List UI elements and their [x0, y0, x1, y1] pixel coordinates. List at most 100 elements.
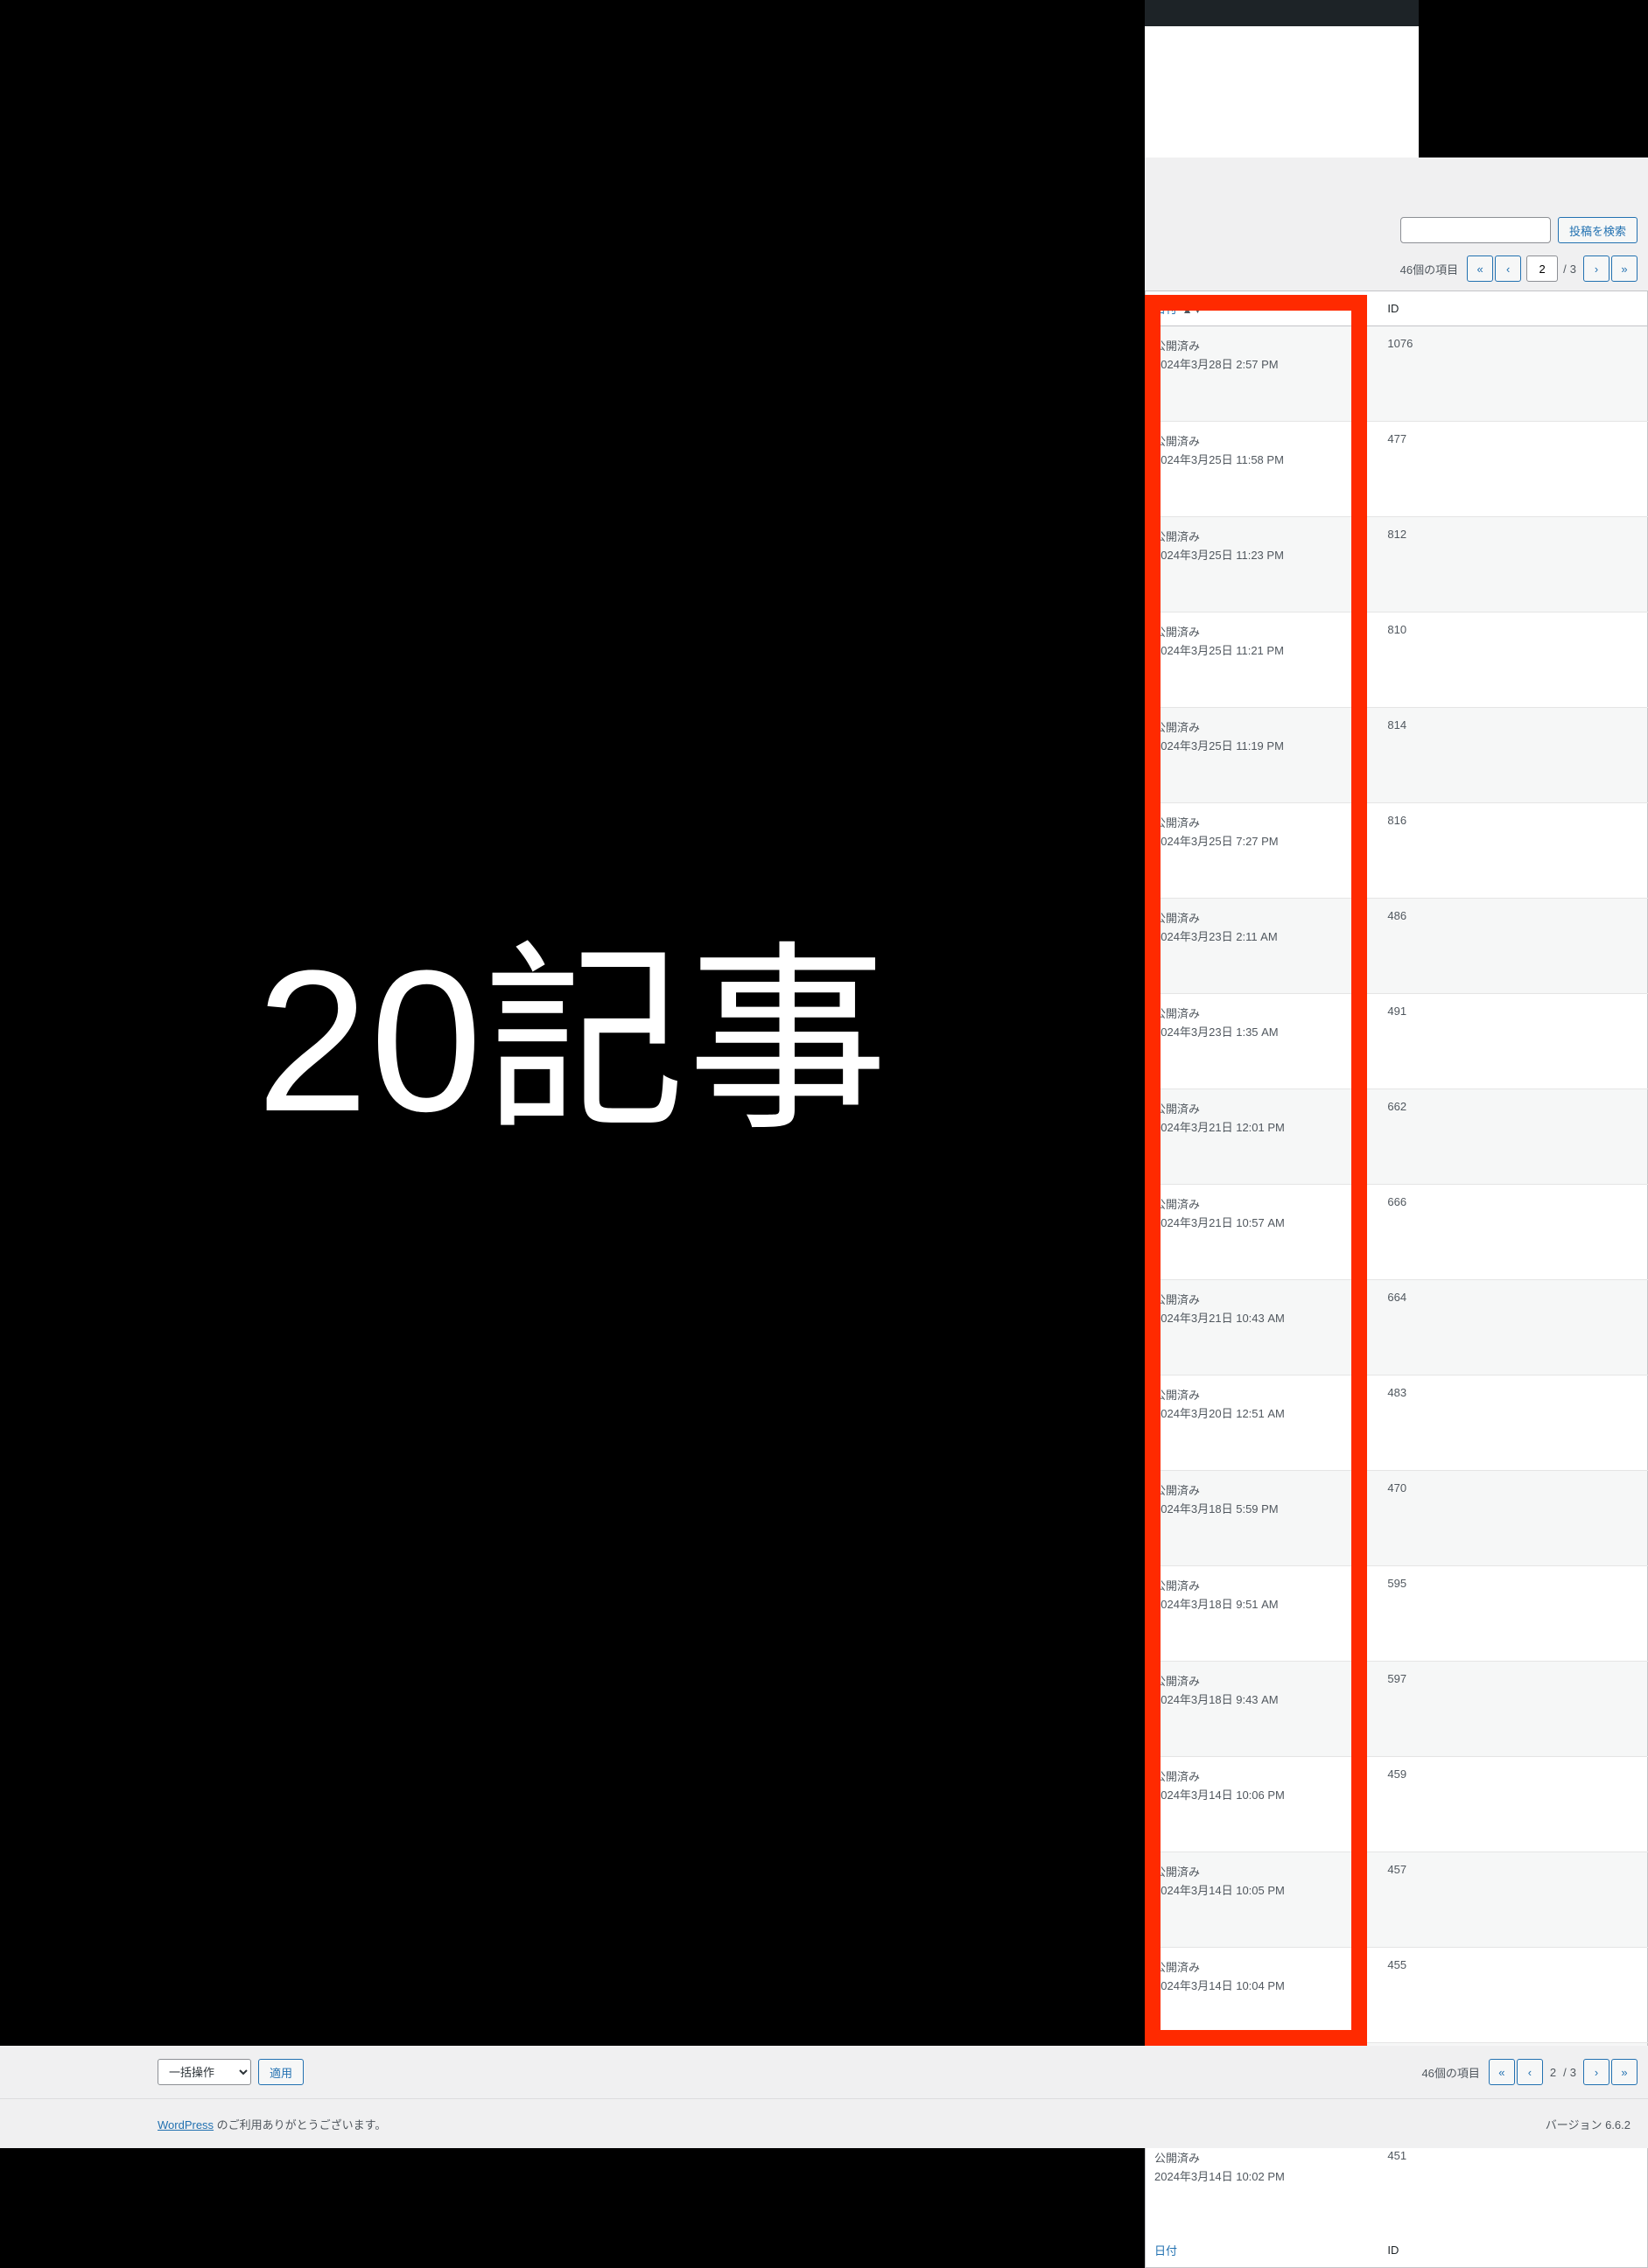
col-footer-id[interactable]: ID	[1378, 2233, 1647, 2268]
pager-total-pages-bottom: 3	[1570, 2066, 1576, 2079]
row-datetime: 2024年3月21日 10:57 AM	[1154, 1214, 1370, 1230]
table-row: 公開済み2024年3月14日 10:05 PM457	[1146, 1852, 1648, 1948]
row-datetime: 2024年3月28日 2:57 PM	[1154, 355, 1370, 372]
col-footer-date[interactable]: 日付	[1146, 2233, 1379, 2268]
cell-id: 595	[1378, 1566, 1647, 1662]
row-status: 公開済み	[1154, 1672, 1370, 1689]
row-datetime: 2024年3月18日 9:43 AM	[1154, 1690, 1370, 1707]
row-status: 公開済み	[1154, 1291, 1370, 1307]
pager-next-button[interactable]: ›	[1583, 256, 1609, 282]
table-row: 公開済み2024年3月18日 9:51 AM595	[1146, 1566, 1648, 1662]
search-button[interactable]: 投稿を検索	[1558, 217, 1637, 243]
cell-id: 483	[1378, 1376, 1647, 1471]
table-row: 公開済み2024年3月25日 11:21 PM810	[1146, 612, 1648, 708]
cell-date: 公開済み2024年3月23日 1:35 AM	[1146, 994, 1379, 1089]
row-datetime: 2024年3月23日 2:11 AM	[1154, 928, 1370, 944]
page-header-fragment	[1145, 26, 1419, 158]
row-status: 公開済み	[1154, 814, 1370, 830]
bulk-apply-button[interactable]: 適用	[258, 2059, 304, 2085]
table-row: 公開済み2024年3月28日 2:57 PM1076	[1146, 326, 1648, 422]
table-row: 公開済み2024年3月18日 9:43 AM 597	[1146, 1662, 1648, 1757]
cell-id: 810	[1378, 612, 1647, 708]
cell-date: 公開済み2024年3月20日 12:51 AM	[1146, 1376, 1379, 1471]
cell-date: 公開済み2024年3月25日 11:19 PM	[1146, 708, 1379, 803]
cell-date: 公開済み2024年3月25日 11:21 PM	[1146, 612, 1379, 708]
cell-id: 477	[1378, 422, 1647, 517]
row-status: 公開済み	[1154, 1863, 1370, 1880]
cell-date: 公開済み2024年3月18日 9:51 AM	[1146, 1566, 1379, 1662]
pager-first-button[interactable]: «	[1467, 256, 1493, 282]
row-datetime: 2024年3月25日 11:58 PM	[1154, 451, 1370, 467]
cell-id: 459	[1378, 1757, 1647, 1852]
cell-id: 470	[1378, 1471, 1647, 1566]
cell-id: 1076	[1378, 326, 1647, 422]
row-status: 公開済み	[1154, 909, 1370, 926]
row-datetime: 2024年3月20日 12:51 AM	[1154, 1404, 1370, 1421]
posts-list-panel: 投稿を検索 46個の項目 « ‹ / 3 › » 日付 ▲▼ ID 公開済み20…	[1145, 158, 1648, 2268]
table-row: 公開済み 2024年3月14日 10:06 PM 459	[1146, 1757, 1648, 1852]
wordpress-link[interactable]: WordPress	[158, 2118, 214, 2132]
row-status: 公開済み	[1154, 623, 1370, 640]
row-status: 公開済み	[1154, 1004, 1370, 1021]
pager-last-button-bottom[interactable]: »	[1611, 2059, 1637, 2085]
pager-separator: /	[1563, 262, 1567, 276]
search-input[interactable]	[1400, 217, 1551, 243]
cell-date: 公開済み 2024年3月23日 2:11 AM	[1146, 899, 1379, 994]
row-datetime: 2024年3月18日 5:59 PM	[1154, 1500, 1370, 1516]
cell-date: 公開済み2024年3月21日 10:43 AM	[1146, 1280, 1379, 1376]
bulk-action-select[interactable]: 一括操作	[158, 2059, 251, 2085]
row-datetime: 2024年3月25日 11:23 PM	[1154, 546, 1370, 563]
pager-separator-bottom: /	[1563, 2066, 1567, 2079]
table-row: 公開済み2024年3月21日 12:01 PM662	[1146, 1089, 1648, 1185]
pager-total-pages: 3	[1570, 262, 1576, 276]
pager-last-button[interactable]: »	[1611, 256, 1637, 282]
pager-current-bottom: 2	[1550, 2066, 1556, 2079]
sort-icon: ▲▼	[1182, 304, 1203, 316]
col-header-date[interactable]: 日付 ▲▼	[1146, 291, 1379, 326]
pager-next-button-bottom[interactable]: ›	[1583, 2059, 1609, 2085]
cell-id: 662	[1378, 1089, 1647, 1185]
row-datetime: 2024年3月14日 10:06 PM	[1154, 1786, 1370, 1802]
col-header-id[interactable]: ID	[1378, 291, 1647, 326]
items-count: 46個の項目	[1400, 261, 1458, 277]
row-status: 公開済み	[1154, 718, 1370, 735]
row-status: 公開済み	[1154, 1958, 1370, 1975]
table-row: 公開済み2024年3月25日 11:23 PM812	[1146, 517, 1648, 612]
table-row: 公開済み2024年3月25日 11:58 PM477	[1146, 422, 1648, 517]
row-status: 公開済み	[1154, 1386, 1370, 1403]
row-status: 公開済み	[1154, 1195, 1370, 1212]
pagination-top: 46個の項目 « ‹ / 3 › »	[1145, 252, 1648, 290]
cell-date: 公開済み2024年3月14日 10:02 PM	[1146, 2138, 1379, 2234]
annotation-overlay: 20記事	[0, 0, 1147, 2046]
pager-prev-button[interactable]: ‹	[1495, 256, 1521, 282]
table-row: 公開済み2024年3月14日 10:04 PM455	[1146, 1948, 1648, 2043]
table-row: 公開済み2024年3月18日 5:59 PM470	[1146, 1471, 1648, 1566]
table-row: 公開済み2024年3月23日 1:35 AM491	[1146, 994, 1648, 1089]
table-row: 公開済み 2024年3月21日 10:57 AM 666	[1146, 1185, 1648, 1280]
pagination-bottom: 46個の項目 « ‹ 2 / 3 › »	[1421, 2059, 1637, 2085]
admin-footer: WordPress のご利用ありがとうございます。 バージョン 6.6.2	[0, 2098, 1648, 2148]
cell-id: 597	[1378, 1662, 1647, 1757]
table-row: 公開済み2024年3月23日 2:11 AM486	[1146, 899, 1648, 994]
pager-current-input[interactable]	[1526, 256, 1558, 282]
table-row: 公開済み2024年3月14日 10:02 PM451	[1146, 2138, 1648, 2234]
cell-date: 公開済み 2024年3月14日 10:06 PM	[1146, 1757, 1379, 1852]
table-row: 公開済み2024年3月21日 10:43 AM664	[1146, 1280, 1648, 1376]
cell-id: 664	[1378, 1280, 1647, 1376]
admin-bar-fragment	[1145, 0, 1419, 26]
row-status: 公開済み	[1154, 1768, 1370, 1784]
cell-date: 公開済み2024年3月14日 10:05 PM	[1146, 1852, 1379, 1948]
col-header-date-label: 日付	[1154, 303, 1177, 316]
row-datetime: 2024年3月21日 12:01 PM	[1154, 1118, 1370, 1135]
row-datetime: 2024年3月14日 10:02 PM	[1154, 2167, 1370, 2184]
cell-id: 666	[1378, 1185, 1647, 1280]
pager-prev-button-bottom[interactable]: ‹	[1517, 2059, 1543, 2085]
cell-date: 公開済み2024年3月18日 5:59 PM	[1146, 1471, 1379, 1566]
pager-first-button-bottom[interactable]: «	[1489, 2059, 1515, 2085]
row-datetime: 2024年3月14日 10:04 PM	[1154, 1977, 1370, 1993]
search-row: 投稿を検索	[1145, 158, 1648, 252]
row-status: 公開済み	[1154, 1577, 1370, 1593]
admin-bar-right-mask	[1419, 0, 1648, 118]
cell-id: 816	[1378, 803, 1647, 899]
row-datetime: 2024年3月14日 10:05 PM	[1154, 1881, 1370, 1898]
